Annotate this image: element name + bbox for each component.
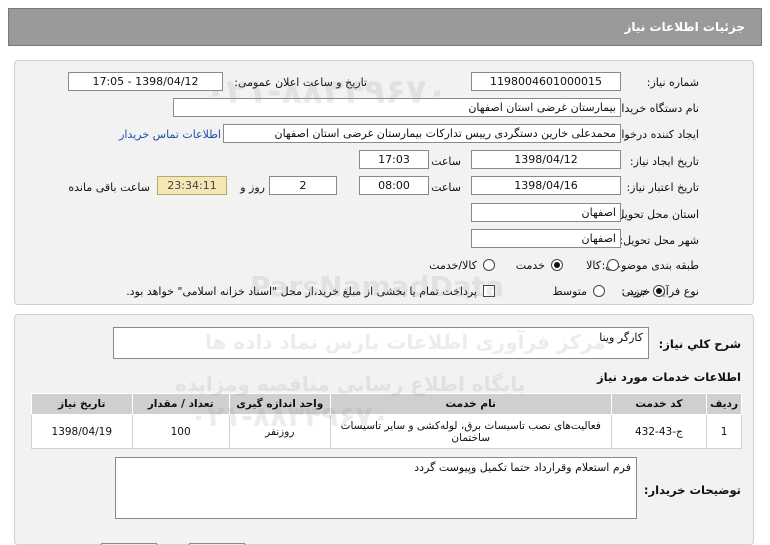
valid-date-field[interactable]: 1398/04/16 (471, 176, 621, 195)
need-number-label: شماره نیاز: (646, 76, 699, 89)
col-quantity: تعداد / مقدار (131, 393, 230, 415)
need-number-field[interactable]: 1198004601000015 (471, 72, 621, 91)
announce-label: تاریخ و ساعت اعلان عمومی: (234, 76, 367, 89)
city-field[interactable]: اصفهان (471, 229, 621, 248)
buyer-contact-link[interactable]: اطلاعات تماس خریدار (119, 128, 221, 141)
services-title: اطلاعات خدمات مورد نیاز (597, 370, 741, 384)
need-desc-field[interactable]: کارگر وینا (113, 327, 649, 359)
days-label: روز و (240, 181, 265, 194)
col-need-date: تاریخ نیاز (31, 393, 133, 415)
process-option-medium: متوسط (552, 285, 587, 298)
buyer-notes-label: توضیحات خریدار: (643, 483, 741, 497)
buyer-org-field[interactable]: بیمارستان غرضی استان اصفهان (173, 98, 621, 117)
buyer-notes-field[interactable]: فرم استعلام وقرارداد حتما تکمیل وپیوست گ… (115, 457, 637, 519)
created-date-field[interactable]: 1398/04/12 (471, 150, 621, 169)
services-table: ردیف کد خدمت نام خدمت واحد اندازه گیری ت… (31, 393, 742, 449)
created-time-field[interactable]: 17:03 (359, 150, 429, 169)
process-radio-medium[interactable] (593, 285, 605, 297)
col-service-code: کد خدمت (610, 393, 708, 415)
valid-time-label: ساعت (431, 181, 461, 194)
category-radio-goods[interactable] (607, 259, 619, 271)
cell-unit: روزنفر (228, 414, 331, 449)
remaining-days-field[interactable]: 2 (269, 176, 337, 195)
col-service-name: نام خدمت (329, 393, 612, 415)
services-header-row: ردیف کد خدمت نام خدمت واحد اندازه گیری ت… (31, 393, 742, 415)
page-title: جزئیات اطلاعات نیاز (624, 20, 745, 34)
col-unit: واحد اندازه گیری (228, 393, 331, 415)
created-time-label: ساعت (431, 155, 461, 168)
category-option-goods-service: کالا/خدمت (429, 259, 477, 272)
category-radio-goods-service[interactable] (483, 259, 495, 271)
process-option-minor: جزیی (621, 285, 647, 298)
announce-datetime-field[interactable]: 1398/04/12 - 17:05 (68, 72, 223, 91)
category-radio-service[interactable] (551, 259, 563, 271)
cell-quantity: 100 (131, 414, 230, 449)
cell-service-name: فعالیت‌های نصب تاسیسات برق، لوله‌کشی و س… (329, 414, 612, 449)
remaining-time-field[interactable]: 23:34:11 (157, 176, 227, 195)
buyer-org-label: نام دستگاه خریدار: (612, 102, 699, 115)
page-header: جزئیات اطلاعات نیاز (8, 8, 762, 46)
need-items-panel: شرح کلي نیاز: کارگر وینا اطلاعات خدمات م… (14, 314, 754, 545)
need-desc-label: شرح کلي نیاز: (658, 337, 741, 351)
col-row: ردیف (706, 393, 742, 415)
need-details-panel: شماره نیاز: 1198004601000015 تاریخ و ساع… (14, 60, 754, 305)
cell-row: 1 (706, 414, 742, 449)
cell-need-date: 1398/04/19 (31, 414, 133, 449)
province-field[interactable]: اصفهان (471, 203, 621, 222)
category-option-service: خدمت (515, 259, 545, 272)
city-label: شهر محل تحویل: (619, 234, 699, 247)
created-date-label: تاریخ ایجاد نیاز: (629, 155, 699, 168)
province-label: استان محل تحویل: (612, 208, 699, 221)
category-option-goods: کالا (586, 259, 601, 272)
remaining-time-label: ساعت باقی مانده (68, 181, 150, 194)
valid-date-label: تاریخ اعتبار نیاز: (626, 181, 699, 194)
treasury-payment-note: پرداخت تمام یا بخشی از مبلغ خرید،از محل … (126, 285, 477, 298)
process-radio-minor[interactable] (653, 285, 665, 297)
requester-field[interactable]: محمدعلی خارین دستگردی رییس تدارکات بیمار… (223, 124, 621, 143)
valid-time-field[interactable]: 08:00 (359, 176, 429, 195)
table-row[interactable]: 1 ج-43-432 فعالیت‌های نصب تاسیسات برق، ل… (31, 414, 742, 449)
cell-service-code: ج-43-432 (610, 414, 708, 449)
treasury-payment-checkbox[interactable] (483, 285, 495, 297)
